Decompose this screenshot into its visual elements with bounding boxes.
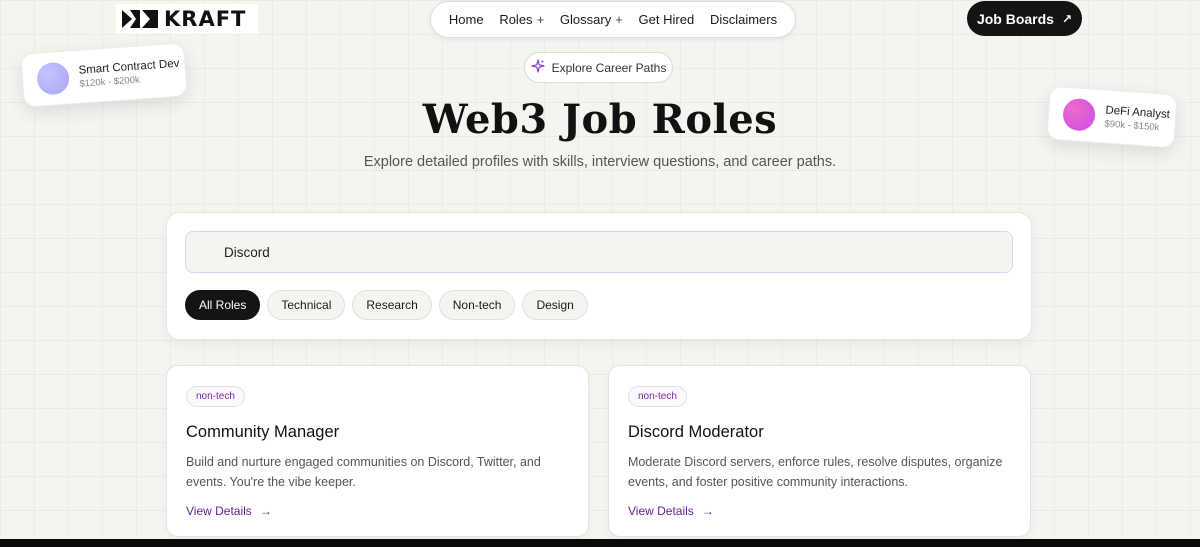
search-input[interactable] [185, 231, 1013, 273]
orb-icon [36, 61, 71, 96]
page-subtitle: Explore detailed profiles with skills, i… [363, 154, 837, 170]
role-card-community-manager[interactable]: non-tech Community Manager Build and nur… [166, 365, 589, 537]
filter-chips: All Roles Technical Research Non-tech De… [185, 290, 588, 320]
job-boards-label: Job Boards [976, 10, 1054, 27]
filter-chip-design[interactable]: Design [522, 290, 588, 320]
role-description: Build and nurture engaged communities on… [186, 455, 541, 489]
bottom-bar [0, 539, 1200, 547]
role-title: Community Manager [186, 423, 340, 441]
plus-icon: + [536, 12, 545, 27]
nav-item-label: Get Hired [638, 12, 695, 27]
view-details-label: View Details [186, 504, 252, 518]
brand-logo[interactable]: KRAFT [116, 4, 258, 34]
role-card-discord-moderator[interactable]: non-tech Discord Moderator Moderate Disc… [608, 365, 1031, 537]
nav-item-home[interactable]: Home [449, 12, 484, 27]
nav-item-roles[interactable]: Roles + [499, 12, 544, 27]
arrow-right-icon: → [259, 504, 272, 518]
nav-item-disclaimers[interactable]: Disclaimers [710, 12, 777, 27]
nav-item-glossary[interactable]: Glossary + [560, 12, 623, 27]
role-description: Moderate Discord servers, enforce rules,… [628, 455, 1003, 489]
nav-item-label: Disclaimers [709, 12, 778, 27]
plus-icon: + [615, 12, 623, 27]
explore-career-paths-pill: Explore Career Paths [524, 52, 673, 83]
arrow-right-icon: → [701, 504, 714, 518]
nav-item-label: Home [448, 12, 484, 27]
kraft-logo-icon [122, 10, 158, 28]
filter-chip-research[interactable]: Research [352, 290, 432, 320]
filter-chip-all-roles[interactable]: All Roles [185, 290, 261, 320]
filter-chip-non-tech[interactable]: Non-tech [438, 290, 516, 320]
job-boards-button[interactable]: Job Boards ↗ [967, 1, 1082, 36]
nav-item-get-hired[interactable]: Get Hired [639, 12, 695, 27]
role-tag: non-tech [186, 386, 245, 407]
role-title: Discord Moderator [628, 423, 764, 441]
filter-chip-technical[interactable]: Technical [267, 290, 346, 320]
sparkle-icon [531, 59, 545, 76]
brand-name: KRAFT [164, 7, 247, 31]
view-details-link[interactable]: View Details → [628, 504, 1011, 518]
view-details-label: View Details [628, 504, 694, 518]
arrow-up-right-icon: ↗ [1061, 11, 1073, 26]
pill-label: Explore Career Paths [551, 60, 667, 75]
role-tag: non-tech [628, 386, 687, 407]
nav-item-label: Glossary [559, 12, 612, 27]
view-details-link[interactable]: View Details → [186, 504, 569, 518]
page-title: Web3 Job Roles [422, 96, 778, 143]
search-panel: All Roles Technical Research Non-tech De… [166, 212, 1032, 340]
nav-item-label: Roles [499, 12, 533, 27]
main-nav: Home Roles + Glossary + Get Hired Discla… [430, 1, 796, 38]
